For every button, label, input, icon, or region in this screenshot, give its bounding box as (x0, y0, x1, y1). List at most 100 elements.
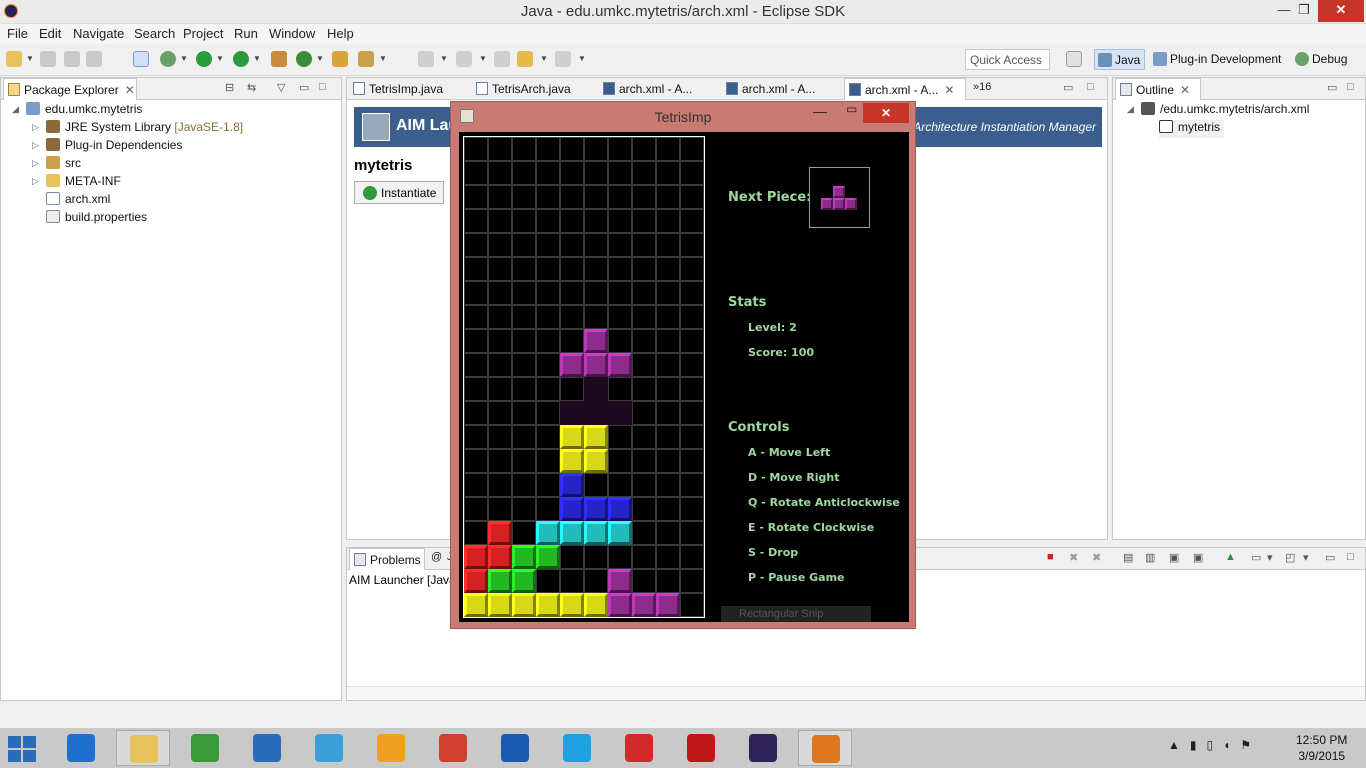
run-icon[interactable] (196, 51, 212, 67)
tree-item[interactable]: ▷ Plug-in Dependencies (32, 138, 182, 156)
menu-help[interactable]: Help (327, 26, 354, 41)
close-icon[interactable]: ✕ (944, 83, 954, 97)
maximize-view-icon[interactable]: □ (1087, 81, 1094, 93)
search-icon[interactable] (358, 51, 374, 67)
chevron-down-icon[interactable]: ▼ (216, 54, 224, 63)
chevron-down-icon[interactable]: ▼ (440, 54, 448, 63)
maximize-button[interactable]: ▭ (846, 102, 857, 116)
tab-overflow[interactable]: »16 (973, 81, 991, 93)
tab-editor[interactable]: arch.xml - A... (599, 78, 719, 100)
tree-project[interactable]: ◢ edu.umkc.mytetris (12, 102, 142, 120)
perspective-java[interactable]: Java (1094, 49, 1146, 70)
new-java-project-icon[interactable] (271, 51, 287, 67)
tab-editor-active[interactable]: arch.xml - A... ✕ (844, 78, 966, 100)
tab-package-explorer[interactable]: Package Explorer ✕ (3, 78, 137, 100)
save-all-icon[interactable] (64, 51, 80, 67)
chevron-down-icon[interactable]: ▼ (26, 54, 34, 63)
taskbar-store[interactable] (178, 730, 232, 766)
link-with-editor-icon[interactable]: ⇆ (247, 81, 256, 94)
show-console-out-icon[interactable]: ▣ (1169, 551, 1179, 564)
chevron-down-icon[interactable]: ▼ (540, 54, 548, 63)
remove-launch-icon[interactable]: ✖ (1069, 551, 1078, 564)
last-edit-icon[interactable] (494, 51, 510, 67)
taskbar-eclipse[interactable] (736, 730, 790, 766)
taskbar-explorer[interactable] (116, 730, 170, 766)
collapse-all-icon[interactable]: ⊟ (225, 81, 234, 94)
tab-outline[interactable]: Outline ✕ (1115, 78, 1201, 100)
back-icon[interactable] (517, 51, 533, 67)
expand-icon[interactable]: ◢ (12, 104, 19, 115)
run-external-icon[interactable] (233, 51, 249, 67)
pin-console-icon[interactable]: ▲ (1225, 551, 1236, 563)
tab-editor[interactable]: arch.xml - A... (722, 78, 842, 100)
taskbar-acrobat[interactable] (674, 730, 728, 766)
taskbar-gmail[interactable] (612, 730, 666, 766)
menu-navigate[interactable]: Navigate (73, 26, 124, 41)
windows-start-icon[interactable] (8, 736, 38, 762)
show-console-err-icon[interactable]: ▣ (1193, 551, 1203, 564)
chevron-down-icon[interactable]: ▼ (316, 54, 324, 63)
open-perspective-icon[interactable] (1066, 51, 1082, 67)
tree-item[interactable]: ▷ JRE System Library [JavaSE-1.8] (32, 120, 243, 138)
system-tray[interactable]: ▲ ▮ ▯ ◖ ⚑ (1168, 738, 1251, 752)
debug-icon[interactable] (160, 51, 176, 67)
instantiate-button[interactable]: Instantiate (354, 181, 444, 204)
clear-console-icon[interactable]: ▤ (1123, 551, 1133, 564)
expand-icon[interactable]: ◢ (1127, 104, 1134, 115)
chevron-down-icon[interactable]: ▼ (379, 54, 387, 63)
tree-item[interactable]: arch.xml (46, 192, 110, 210)
next-annotation-icon[interactable] (418, 51, 434, 67)
terminate-icon[interactable]: ■ (1047, 551, 1054, 563)
minimize-view-icon[interactable]: ▭ (299, 81, 309, 94)
maximize-button[interactable]: ❐ (1290, 0, 1318, 22)
tab-editor[interactable]: TetrisImp.java (349, 78, 469, 100)
close-button[interactable]: ✕ (863, 103, 909, 123)
menu-search[interactable]: Search (134, 26, 175, 41)
display-console-icon[interactable]: ▭ (1251, 551, 1261, 564)
tab-problems[interactable]: Problems (349, 548, 425, 570)
taskbar-lenovo[interactable] (488, 730, 542, 766)
new-icon[interactable] (6, 51, 22, 67)
outline-root[interactable]: ◢ /edu.umkc.mytetris/arch.xml (1127, 102, 1309, 120)
chevron-down-icon[interactable]: ▼ (253, 54, 261, 63)
chevron-down-icon[interactable]: ▾ (1303, 551, 1309, 564)
perspective-plugin[interactable]: Plug-in Development (1150, 49, 1285, 70)
tree-item[interactable]: ▷ META-INF (32, 174, 121, 192)
menu-edit[interactable]: Edit (39, 26, 61, 41)
remove-all-icon[interactable]: ✖ (1092, 551, 1101, 564)
maximize-view-icon[interactable]: □ (1347, 81, 1354, 93)
minimize-view-icon[interactable]: ▭ (1063, 81, 1073, 94)
skip-breakpoints-icon[interactable] (133, 51, 149, 67)
menu-project[interactable]: Project (183, 26, 223, 41)
tree-item[interactable]: build.properties (46, 210, 147, 228)
tab-editor[interactable]: TetrisArch.java (472, 78, 596, 100)
open-console-icon[interactable]: ◰ (1285, 551, 1295, 564)
view-menu-icon[interactable]: ▽ (277, 81, 285, 94)
new-class-icon[interactable] (296, 51, 312, 67)
minimize-button[interactable]: — (813, 103, 827, 119)
minimize-view-icon[interactable]: ▭ (1327, 81, 1337, 94)
minimize-view-icon[interactable]: ▭ (1325, 551, 1335, 564)
horizontal-scrollbar[interactable] (347, 686, 1365, 700)
save-icon[interactable] (40, 51, 56, 67)
chevron-down-icon[interactable]: ▼ (578, 54, 586, 63)
collapsed-icon[interactable]: ▷ (32, 140, 39, 151)
tree-item[interactable]: ▷ src (32, 156, 81, 174)
outline-child[interactable]: mytetris (1159, 120, 1224, 138)
taskbar-chrome[interactable] (426, 730, 480, 766)
close-button[interactable]: ✕ (1318, 0, 1364, 22)
taskbar-home[interactable] (240, 730, 294, 766)
collapsed-icon[interactable]: ▷ (32, 176, 39, 187)
maximize-view-icon[interactable]: □ (319, 81, 326, 93)
menu-file[interactable]: File (7, 26, 28, 41)
tetris-board[interactable] (463, 136, 705, 618)
perspective-debug[interactable]: Debug (1292, 49, 1351, 70)
chevron-down-icon[interactable]: ▾ (1267, 551, 1273, 564)
menu-window[interactable]: Window (269, 26, 315, 41)
collapsed-icon[interactable]: ▷ (32, 122, 39, 133)
chevron-down-icon[interactable]: ▼ (479, 54, 487, 63)
close-icon[interactable]: ✕ (125, 83, 135, 97)
previous-annotation-icon[interactable] (456, 51, 472, 67)
collapsed-icon[interactable]: ▷ (32, 158, 39, 169)
taskbar-headphones[interactable] (364, 730, 418, 766)
